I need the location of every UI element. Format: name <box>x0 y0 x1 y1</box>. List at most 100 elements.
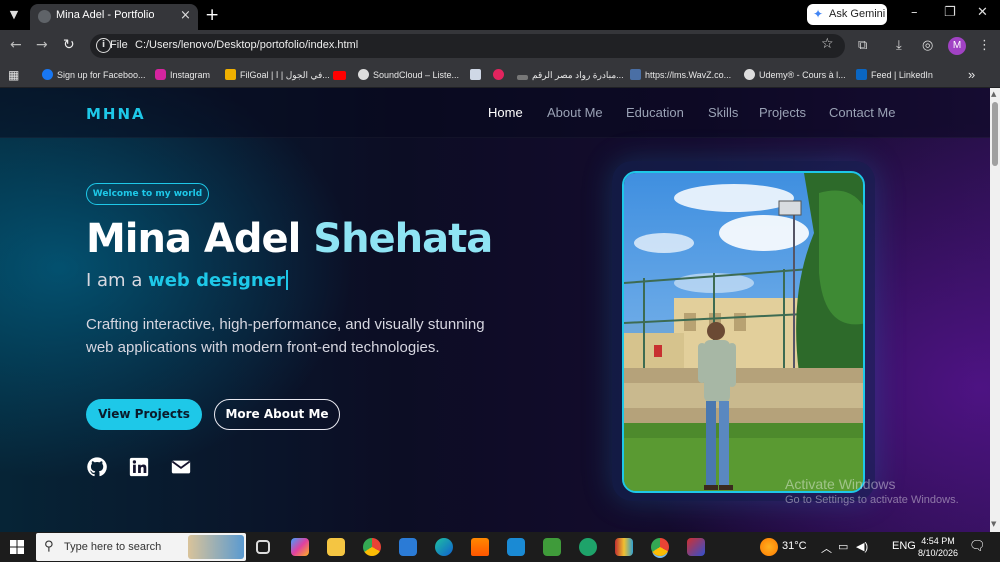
ask-gemini-button[interactable]: ✦ Ask Gemini <box>807 4 887 25</box>
bookmark-label: Feed | LinkedIn <box>871 70 933 80</box>
taskbar-search-box[interactable]: ⚲ Type here to search <box>36 533 246 561</box>
vscode-icon[interactable] <box>507 538 525 556</box>
bookmark-label: SoundCloud – Liste... <box>373 70 460 80</box>
bookmark-facebook[interactable]: Sign up for Faceboo... <box>42 67 146 83</box>
whatsapp-icon[interactable] <box>579 538 597 556</box>
profile-photo-illustration <box>624 173 863 491</box>
tab-title: Mina Adel - Portfolio <box>56 9 155 21</box>
browser-tab-strip: ▼ Mina Adel - Portfolio × + ✦ Ask Gemini… <box>0 0 1000 30</box>
site-info-icon[interactable]: i <box>96 38 111 53</box>
clock-time: 4:54 PM <box>921 536 955 546</box>
download-icon[interactable]: ⤓ <box>896 38 902 53</box>
speaker-icon[interactable]: ◀) <box>856 540 868 553</box>
ask-gemini-label: Ask Gemini <box>829 8 886 20</box>
address-scheme-chip: File <box>110 39 128 51</box>
taskbar-clock[interactable]: 4:54 PM 8/10/2026 <box>916 535 960 559</box>
profile-avatar[interactable]: M <box>948 37 966 55</box>
bookmark-label: Instagram <box>170 70 211 80</box>
linkedin-icon[interactable] <box>128 456 150 478</box>
linkedin-icon <box>856 69 867 80</box>
bookmarks-overflow-button[interactable]: » <box>968 67 975 83</box>
browser-menu-kebab-icon[interactable]: ⋮ <box>978 38 991 53</box>
taskbar-search-placeholder: Type here to search <box>64 541 162 553</box>
more-about-me-button[interactable]: More About Me <box>214 399 340 430</box>
email-icon[interactable] <box>170 456 192 478</box>
apps-grid-icon[interactable]: ▦ <box>8 67 19 83</box>
new-tab-button[interactable]: + <box>205 5 219 25</box>
view-projects-button[interactable]: View Projects <box>86 399 202 430</box>
hero-name-first: Mina Adel <box>86 216 314 262</box>
nav-link-contact[interactable]: Contact Me <box>829 105 895 120</box>
network-icon[interactable]: ▭ <box>838 540 848 553</box>
bookmark-label: Udemy® - Cours à l... <box>759 70 846 80</box>
forward-arrow-icon[interactable]: → <box>36 37 48 53</box>
bookmark-star-icon[interactable]: ☆ <box>821 36 834 52</box>
hero-description: Crafting interactive, high-performance, … <box>86 316 485 356</box>
scroll-up-arrow-icon[interactable]: ▲ <box>991 90 996 98</box>
chrome-icon[interactable] <box>363 538 381 556</box>
activate-windows-title: Activate Windows <box>785 476 896 492</box>
outlook-icon[interactable] <box>399 538 417 556</box>
bookmark-document[interactable] <box>470 67 485 83</box>
youtube-icon <box>333 71 346 80</box>
document-icon <box>470 69 481 80</box>
bookmark-label: Sign up for Faceboo... <box>57 70 146 80</box>
close-window-button[interactable]: ✕ <box>977 5 988 20</box>
bookmark-udemy[interactable]: Udemy® - Cours à l... <box>744 67 846 83</box>
edge-icon[interactable] <box>435 538 453 556</box>
copilot-icon[interactable] <box>291 538 309 556</box>
address-bar[interactable]: i File C:/Users/lenovo/Desktop/portofoli… <box>90 34 845 58</box>
browser-tab-active[interactable]: Mina Adel - Portfolio × <box>30 4 198 30</box>
nav-link-projects[interactable]: Projects <box>759 105 806 120</box>
nav-link-education[interactable]: Education <box>626 105 684 120</box>
github-icon[interactable] <box>86 456 108 478</box>
tab-search-chevron-icon[interactable]: ▼ <box>6 7 22 23</box>
extensions-puzzle-icon[interactable]: ⧉ <box>858 38 867 53</box>
site-logo[interactable]: MHNA <box>86 105 146 123</box>
page-scrollbar[interactable]: ▲ ▼ <box>990 88 1000 532</box>
windows-start-icon[interactable] <box>10 540 24 554</box>
filgoal-icon <box>225 69 236 80</box>
app-store-icon[interactable] <box>615 538 633 556</box>
restore-window-button[interactable]: ❐ <box>944 5 956 20</box>
activate-windows-subtitle: Go to Settings to activate Windows. <box>785 494 959 506</box>
page-viewport: MHNA Home About Me Education Skills Proj… <box>0 88 990 532</box>
hero-name-last: Shehata <box>313 216 493 262</box>
notifications-icon[interactable]: 🗨 <box>969 538 986 554</box>
search-icon: ⚲ <box>44 539 54 554</box>
scrollbar-thumb[interactable] <box>992 102 998 166</box>
rowad-logo-icon <box>517 75 528 80</box>
file-explorer-icon[interactable] <box>327 538 345 556</box>
snipping-tool-icon[interactable] <box>687 538 705 556</box>
nav-link-skills[interactable]: Skills <box>708 105 738 120</box>
scroll-down-arrow-icon[interactable]: ▼ <box>991 520 996 528</box>
vlc-icon[interactable] <box>471 538 489 556</box>
tab-close-button[interactable]: × <box>180 8 191 23</box>
task-view-icon[interactable] <box>256 540 270 554</box>
bookmark-filgoal[interactable]: FilGoal | في الجول | ا... <box>225 67 330 83</box>
nav-link-home[interactable]: Home <box>488 105 523 120</box>
tray-overflow-chevron-icon[interactable]: ︿ <box>821 540 832 556</box>
typing-caret <box>285 270 288 290</box>
language-indicator[interactable]: ENG <box>892 540 916 552</box>
udemy-globe-icon <box>744 69 755 80</box>
bookmark-soundcloud[interactable]: SoundCloud – Liste... <box>358 67 459 83</box>
bookmark-rowad-misr[interactable]: مبادرة رواد مصر الرقم... <box>517 67 624 83</box>
bookmark-linkedin[interactable]: Feed | LinkedIn <box>856 67 933 83</box>
weather-temperature[interactable]: 31°C <box>782 540 807 552</box>
address-url[interactable]: C:/Users/lenovo/Desktop/portofolio/index… <box>135 39 358 51</box>
nav-link-about[interactable]: About Me <box>547 105 603 120</box>
site-navbar: MHNA Home About Me Education Skills Proj… <box>0 88 990 138</box>
chart-app-icon[interactable] <box>543 538 561 556</box>
bookmark-red-circle[interactable] <box>493 67 508 83</box>
back-arrow-icon[interactable]: ← <box>10 37 22 53</box>
bookmark-lms-wavz[interactable]: https://lms.WavZ.co... <box>630 67 731 83</box>
bookmark-youtube[interactable] <box>333 67 350 83</box>
reload-icon[interactable]: ↻ <box>63 37 75 53</box>
minimize-window-button[interactable]: – <box>911 5 918 20</box>
welcome-badge: Welcome to my world <box>86 183 209 205</box>
chrome-active-icon[interactable] <box>651 538 669 556</box>
weather-sun-icon[interactable] <box>760 538 778 556</box>
bookmark-instagram[interactable]: Instagram <box>155 67 210 83</box>
extension-swirl-icon[interactable]: ◎ <box>922 38 933 53</box>
